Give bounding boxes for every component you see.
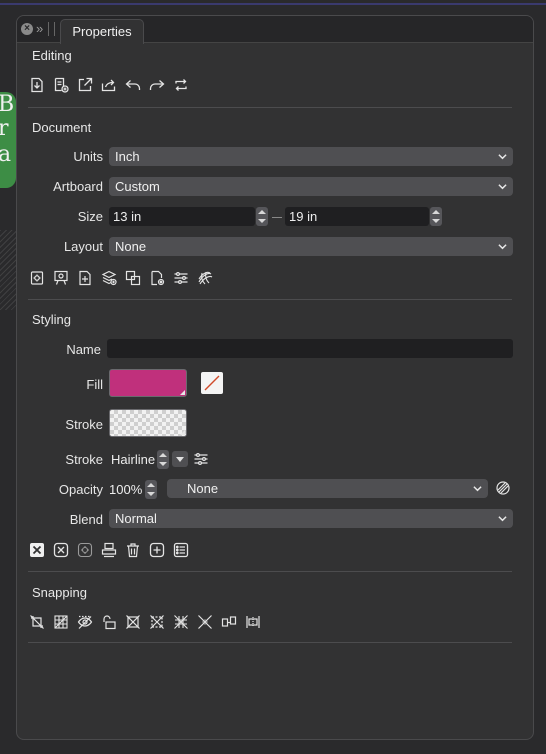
snap-visible-icon[interactable]: [73, 612, 97, 632]
artboard-label: Artboard: [53, 179, 103, 194]
chevron-down-icon: [498, 244, 507, 250]
drag-handle[interactable]: [48, 22, 55, 36]
layout-value: None: [115, 239, 147, 254]
share-icon[interactable]: [97, 75, 121, 95]
opacity-mask-select[interactable]: None: [167, 479, 488, 498]
new-from-clipboard-icon[interactable]: [49, 75, 73, 95]
open-in-new-icon[interactable]: [73, 75, 97, 95]
undo-icon[interactable]: [121, 75, 145, 95]
add-style-icon[interactable]: [145, 540, 169, 560]
fill-swatch[interactable]: [109, 369, 187, 397]
stamp-icon[interactable]: [97, 540, 121, 560]
opacity-effect-icon[interactable]: [491, 478, 515, 498]
snap-align-center-icon[interactable]: [241, 612, 265, 632]
chevron-down-icon: [473, 486, 482, 492]
size-separator: [272, 217, 282, 218]
page-settings-icon[interactable]: [145, 268, 169, 288]
document-setup-icon[interactable]: [25, 268, 49, 288]
document-section-title: Document: [32, 120, 92, 135]
stroke-swatch[interactable]: [109, 409, 187, 437]
refresh-icon[interactable]: [169, 75, 193, 95]
snap-box-icon[interactable]: [121, 612, 145, 632]
close-panel-icon[interactable]: ×: [21, 23, 33, 35]
style-list-icon[interactable]: [169, 540, 193, 560]
window-top-border: [0, 3, 546, 5]
background-artwork-edge: [0, 230, 16, 310]
stroke-options-icon[interactable]: [189, 449, 213, 469]
style-name-field[interactable]: [107, 339, 513, 358]
artboard-value: Custom: [115, 179, 160, 194]
import-icon[interactable]: [25, 75, 49, 95]
artboard-select[interactable]: Custom: [109, 177, 513, 196]
no-fill-icon[interactable]: [201, 372, 223, 394]
redo-icon[interactable]: [145, 75, 169, 95]
snap-points-icon[interactable]: [145, 612, 169, 632]
snapping-toolbar: [25, 612, 265, 632]
opacity-label: Opacity: [58, 482, 103, 497]
stroke-width-field[interactable]: Hairline: [109, 450, 157, 469]
chevron-down-icon: [498, 516, 507, 522]
present-icon[interactable]: [49, 268, 73, 288]
add-page-icon[interactable]: [73, 268, 97, 288]
properties-panel: × » Properties Editing Document Units In…: [16, 15, 534, 740]
editing-section-title: Editing: [32, 48, 72, 63]
opacity-stepper[interactable]: [145, 480, 157, 499]
clear-style-icon[interactable]: [25, 540, 49, 560]
document-toolbar: [25, 268, 217, 288]
section-divider: [28, 299, 512, 300]
chevron-down-icon: [498, 154, 507, 160]
section-divider: [28, 107, 512, 108]
collapse-chevron-icon[interactable]: »: [36, 21, 43, 36]
tab-properties[interactable]: Properties: [60, 19, 144, 44]
snapping-section-title: Snapping: [32, 585, 87, 600]
height-stepper[interactable]: [430, 207, 442, 226]
section-divider: [28, 571, 512, 572]
snap-off-icon[interactable]: [25, 612, 49, 632]
layout-select[interactable]: None: [109, 237, 513, 256]
opacity-field[interactable]: 100%: [107, 480, 145, 499]
style-settings-icon[interactable]: [73, 540, 97, 560]
fill-label: Fill: [86, 377, 103, 392]
name-label: Name: [66, 342, 101, 357]
units-select[interactable]: Inch: [109, 147, 513, 166]
width-stepper[interactable]: [256, 207, 268, 226]
blend-label: Blend: [69, 512, 103, 527]
opacity-mask-value: None: [187, 481, 219, 496]
snap-lock-icon[interactable]: [97, 612, 121, 632]
width-field[interactable]: 13 in: [109, 207, 255, 226]
size-label: Size: [77, 209, 103, 224]
styling-section-title: Styling: [32, 312, 72, 327]
grid-warp-icon[interactable]: [193, 268, 217, 288]
chevron-down-icon: [498, 184, 507, 190]
blend-select[interactable]: Normal: [109, 509, 513, 528]
trash-icon[interactable]: [121, 540, 145, 560]
snap-align-left-icon[interactable]: [217, 612, 241, 632]
snap-cross-icon[interactable]: [193, 612, 217, 632]
stroke-width-stepper[interactable]: [157, 450, 169, 469]
panel-tab-bar: × » Properties: [17, 16, 533, 44]
snap-grid-off-icon[interactable]: [169, 612, 193, 632]
units-value: Inch: [115, 149, 140, 164]
stroke-color-label: Stroke: [65, 417, 103, 432]
section-divider: [28, 642, 512, 643]
units-label: Units: [73, 149, 103, 164]
editing-toolbar: [25, 75, 193, 95]
adjust-sliders-icon[interactable]: [169, 268, 193, 288]
height-field[interactable]: 19 in: [285, 207, 429, 226]
remove-style-icon[interactable]: [49, 540, 73, 560]
styling-toolbar: [25, 540, 193, 560]
duplicate-icon[interactable]: [121, 268, 145, 288]
stroke-presets-dropdown[interactable]: [172, 451, 188, 467]
blend-value: Normal: [115, 511, 157, 526]
layers-add-icon[interactable]: [97, 268, 121, 288]
snap-grid-icon[interactable]: [49, 612, 73, 632]
layout-label: Layout: [63, 239, 103, 254]
stroke-width-label: Stroke: [65, 452, 103, 467]
background-document-edge: Bra: [0, 92, 16, 188]
